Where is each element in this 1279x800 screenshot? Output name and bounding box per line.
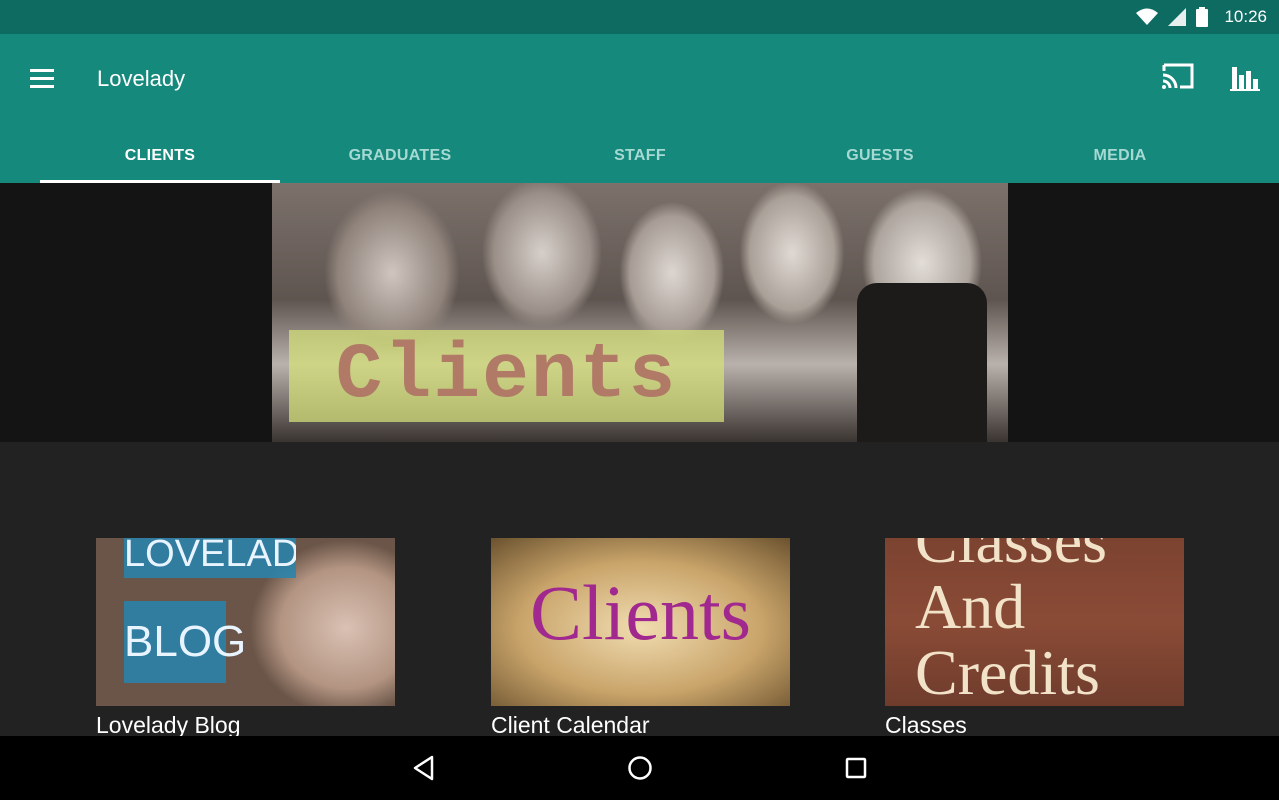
- cast-icon[interactable]: [1160, 61, 1196, 93]
- wifi-icon: [1136, 8, 1159, 25]
- hamburger-menu-icon[interactable]: [28, 64, 58, 94]
- image-text: Classes And Credits: [915, 538, 1107, 706]
- status-bar: 10:26: [0, 0, 1279, 34]
- tab-media[interactable]: MEDIA: [1000, 128, 1240, 183]
- status-time: 10:26: [1224, 7, 1267, 26]
- hero-band: Clients: [0, 183, 1279, 442]
- content-area: LOVELADY BLOG Lovelady Blog Clients Clie…: [0, 442, 1279, 738]
- card-classes[interactable]: Classes And Credits Classes: [885, 538, 1184, 742]
- image-text: Clients: [529, 569, 751, 656]
- card-lovelady-blog[interactable]: LOVELADY BLOG Lovelady Blog: [96, 538, 395, 742]
- recents-icon[interactable]: [842, 754, 870, 782]
- tab-staff[interactable]: STAFF: [520, 128, 760, 183]
- app-title: Lovelady: [97, 66, 186, 91]
- bar-chart-icon[interactable]: [1228, 59, 1264, 95]
- tab-bar: CLIENTS GRADUATES STAFF GUESTS MEDIA: [40, 128, 1240, 183]
- navigation-bar: [0, 736, 1279, 800]
- image-text: BLOG: [124, 601, 246, 683]
- home-icon[interactable]: [626, 754, 654, 782]
- cell-signal-icon: [1168, 8, 1187, 26]
- tab-clients[interactable]: CLIENTS: [40, 128, 280, 183]
- hero-image: Clients: [272, 183, 1008, 442]
- hero-overlay-text: Clients: [335, 332, 678, 420]
- card-image: Clients: [491, 538, 790, 706]
- card-client-calendar[interactable]: Clients Client Calendar: [491, 538, 790, 742]
- image-text: LOVELADY: [124, 538, 296, 578]
- app-bar: Lovelady CLIENTS GRADUATES STAFF GUESTS …: [0, 34, 1279, 183]
- hero-photo-figure: [857, 283, 987, 442]
- battery-icon: [1196, 7, 1209, 27]
- card-image: LOVELADY BLOG: [96, 538, 395, 706]
- tab-guests[interactable]: GUESTS: [760, 128, 1000, 183]
- back-icon[interactable]: [410, 754, 438, 782]
- tab-graduates[interactable]: GRADUATES: [280, 128, 520, 183]
- card-image: Classes And Credits: [885, 538, 1184, 706]
- status-icons: 10:26: [1136, 0, 1267, 34]
